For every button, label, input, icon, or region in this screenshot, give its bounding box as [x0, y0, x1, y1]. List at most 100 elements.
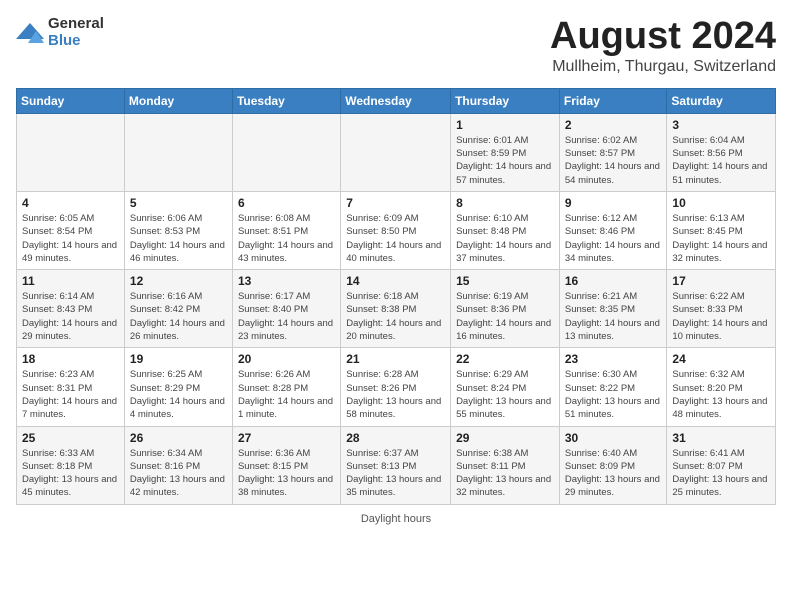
calendar-cell: 6Sunrise: 6:08 AMSunset: 8:51 PMDaylight…: [232, 191, 340, 269]
calendar-week-row: 18 Sunrise: 6:23 AMSunset: 8:31 PMDayligh…: [17, 348, 776, 426]
day-info: Sunrise: 6:17 AMSunset: 8:40 PMDaylight:…: [238, 290, 335, 343]
day-number: 11: [22, 274, 119, 288]
day-info: Sunrise: 6:25 AMSunset: 8:29 PMDaylight:…: [130, 368, 227, 421]
day-number: 3: [672, 118, 770, 132]
day-of-week-header: Tuesday: [232, 88, 340, 113]
day-of-week-header: Thursday: [451, 88, 560, 113]
day-info: Sunrise: 6:18 AMSunset: 8:38 PMDaylight:…: [346, 290, 445, 343]
day-number: 1: [456, 118, 554, 132]
calendar-cell: 24Sunrise: 6:32 AMSunset: 8:20 PMDayligh…: [667, 348, 776, 426]
day-number: 23: [565, 352, 662, 366]
day-number: 10: [672, 196, 770, 210]
day-info: Sunrise: 6:09 AMSunset: 8:50 PMDaylight:…: [346, 212, 445, 265]
day-info: Sunrise: 6:21 AMSunset: 8:35 PMDaylight:…: [565, 290, 662, 343]
day-number: 22: [456, 352, 554, 366]
day-number: 30: [565, 431, 662, 445]
calendar-cell: 15Sunrise: 6:19 AMSunset: 8:36 PMDayligh…: [451, 270, 560, 348]
day-info: Sunrise: 6:05 AMSunset: 8:54 PMDaylight:…: [22, 212, 119, 265]
day-info: Sunrise: 6:16 AMSunset: 8:42 PMDaylight:…: [130, 290, 227, 343]
month-title: August 2024: [550, 16, 776, 58]
calendar-cell: 14 Sunrise: 6:18 AMSunset: 8:38 PMDayligh…: [341, 270, 451, 348]
day-number: 27: [238, 431, 335, 445]
day-info: Sunrise: 6:36 AMSunset: 8:15 PMDaylight:…: [238, 447, 335, 500]
calendar-cell: 28 Sunrise: 6:37 AMSunset: 8:13 PMDayligh…: [341, 426, 451, 504]
day-info: Sunrise: 6:12 AMSunset: 8:46 PMDaylight:…: [565, 212, 662, 265]
day-info: Sunrise: 6:26 AMSunset: 8:28 PMDaylight:…: [238, 368, 335, 421]
calendar-header-row: SundayMondayTuesdayWednesdayThursdayFrid…: [17, 88, 776, 113]
footer-note: Daylight hours: [16, 513, 776, 525]
calendar-cell: 21Sunrise: 6:28 AMSunset: 8:26 PMDayligh…: [341, 348, 451, 426]
logo: General Blue: [16, 16, 104, 49]
day-info: Sunrise: 6:41 AMSunset: 8:07 PMDaylight:…: [672, 447, 770, 500]
day-info: Sunrise: 6:23 AMSunset: 8:31 PMDaylight:…: [22, 368, 119, 421]
calendar-cell: 13 Sunrise: 6:17 AMSunset: 8:40 PMDayligh…: [232, 270, 340, 348]
calendar-cell: [341, 113, 451, 191]
calendar-cell: [232, 113, 340, 191]
calendar-cell: 27 Sunrise: 6:36 AMSunset: 8:15 PMDayligh…: [232, 426, 340, 504]
calendar-cell: 5 Sunrise: 6:06 AMSunset: 8:53 PMDaylight…: [124, 191, 232, 269]
calendar-cell: 7 Sunrise: 6:09 AMSunset: 8:50 PMDaylight…: [341, 191, 451, 269]
calendar-cell: 3 Sunrise: 6:04 AMSunset: 8:56 PMDaylight…: [667, 113, 776, 191]
day-number: 25: [22, 431, 119, 445]
day-number: 28: [346, 431, 445, 445]
day-number: 16: [565, 274, 662, 288]
day-number: 8: [456, 196, 554, 210]
day-info: Sunrise: 6:34 AMSunset: 8:16 PMDaylight:…: [130, 447, 227, 500]
calendar-cell: 20Sunrise: 6:26 AMSunset: 8:28 PMDayligh…: [232, 348, 340, 426]
day-info: Sunrise: 6:30 AMSunset: 8:22 PMDaylight:…: [565, 368, 662, 421]
calendar-cell: 4 Sunrise: 6:05 AMSunset: 8:54 PMDaylight…: [17, 191, 125, 269]
calendar-cell: 9 Sunrise: 6:12 AMSunset: 8:46 PMDaylight…: [559, 191, 667, 269]
day-number: 2: [565, 118, 662, 132]
day-info: Sunrise: 6:32 AMSunset: 8:20 PMDaylight:…: [672, 368, 770, 421]
day-number: 18: [22, 352, 119, 366]
calendar-cell: 2 Sunrise: 6:02 AMSunset: 8:57 PMDaylight…: [559, 113, 667, 191]
calendar-cell: 8Sunrise: 6:10 AMSunset: 8:48 PMDaylight…: [451, 191, 560, 269]
day-number: 14: [346, 274, 445, 288]
calendar-week-row: 11 Sunrise: 6:14 AMSunset: 8:43 PMDayligh…: [17, 270, 776, 348]
calendar-week-row: 4 Sunrise: 6:05 AMSunset: 8:54 PMDaylight…: [17, 191, 776, 269]
day-number: 29: [456, 431, 554, 445]
calendar-week-row: 25 Sunrise: 6:33 AMSunset: 8:18 PMDayligh…: [17, 426, 776, 504]
day-info: Sunrise: 6:02 AMSunset: 8:57 PMDaylight:…: [565, 134, 662, 187]
calendar-cell: 17 Sunrise: 6:22 AMSunset: 8:33 PMDayligh…: [667, 270, 776, 348]
calendar-cell: 10 Sunrise: 6:13 AMSunset: 8:45 PMDayligh…: [667, 191, 776, 269]
day-info: Sunrise: 6:29 AMSunset: 8:24 PMDaylight:…: [456, 368, 554, 421]
day-of-week-header: Saturday: [667, 88, 776, 113]
day-number: 17: [672, 274, 770, 288]
day-number: 19: [130, 352, 227, 366]
day-number: 31: [672, 431, 770, 445]
day-number: 5: [130, 196, 227, 210]
location-text: Mullheim, Thurgau, Switzerland: [550, 58, 776, 76]
day-info: Sunrise: 6:08 AMSunset: 8:51 PMDaylight:…: [238, 212, 335, 265]
calendar-cell: 1Sunrise: 6:01 AMSunset: 8:59 PMDaylight…: [451, 113, 560, 191]
day-number: 13: [238, 274, 335, 288]
day-info: Sunrise: 6:28 AMSunset: 8:26 PMDaylight:…: [346, 368, 445, 421]
day-number: 26: [130, 431, 227, 445]
day-info: Sunrise: 6:22 AMSunset: 8:33 PMDaylight:…: [672, 290, 770, 343]
day-number: 7: [346, 196, 445, 210]
day-number: 4: [22, 196, 119, 210]
calendar-cell: 18 Sunrise: 6:23 AMSunset: 8:31 PMDayligh…: [17, 348, 125, 426]
day-info: Sunrise: 6:13 AMSunset: 8:45 PMDaylight:…: [672, 212, 770, 265]
calendar-cell: 19 Sunrise: 6:25 AMSunset: 8:29 PMDayligh…: [124, 348, 232, 426]
title-block: August 2024 Mullheim, Thurgau, Switzerla…: [550, 16, 776, 76]
day-info: Sunrise: 6:37 AMSunset: 8:13 PMDaylight:…: [346, 447, 445, 500]
day-info: Sunrise: 6:04 AMSunset: 8:56 PMDaylight:…: [672, 134, 770, 187]
day-number: 9: [565, 196, 662, 210]
day-of-week-header: Friday: [559, 88, 667, 113]
logo-text: General Blue: [48, 16, 104, 49]
logo-icon: [16, 21, 44, 45]
day-info: Sunrise: 6:14 AMSunset: 8:43 PMDaylight:…: [22, 290, 119, 343]
calendar-cell: 22 Sunrise: 6:29 AMSunset: 8:24 PMDayligh…: [451, 348, 560, 426]
calendar-cell: [17, 113, 125, 191]
day-number: 15: [456, 274, 554, 288]
day-info: Sunrise: 6:33 AMSunset: 8:18 PMDaylight:…: [22, 447, 119, 500]
day-of-week-header: Wednesday: [341, 88, 451, 113]
calendar-cell: 16 Sunrise: 6:21 AMSunset: 8:35 PMDayligh…: [559, 270, 667, 348]
day-info: Sunrise: 6:06 AMSunset: 8:53 PMDaylight:…: [130, 212, 227, 265]
calendar-cell: 31 Sunrise: 6:41 AMSunset: 8:07 PMDayligh…: [667, 426, 776, 504]
calendar-cell: [124, 113, 232, 191]
day-info: Sunrise: 6:38 AMSunset: 8:11 PMDaylight:…: [456, 447, 554, 500]
calendar-week-row: 1Sunrise: 6:01 AMSunset: 8:59 PMDaylight…: [17, 113, 776, 191]
calendar-table: SundayMondayTuesdayWednesdayThursdayFrid…: [16, 88, 776, 505]
